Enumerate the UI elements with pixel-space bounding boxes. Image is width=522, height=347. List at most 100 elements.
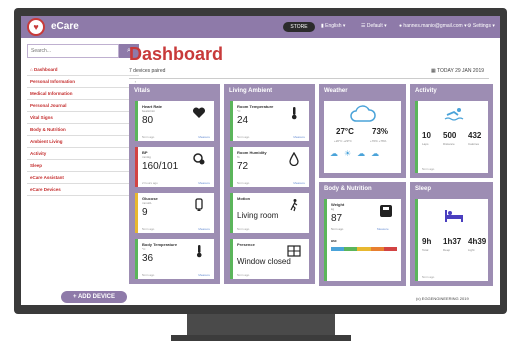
card-label: Motion (237, 196, 251, 201)
card-unit: mmHg (142, 155, 151, 159)
presence-card[interactable]: Presence Window closed 5min ago (230, 239, 309, 279)
card-timestamp: 5min ago (142, 135, 155, 139)
activity-card[interactable]: 10 500 432 Laps Distance Calories 5min a… (415, 101, 488, 173)
card-unit: kg (331, 207, 335, 211)
body-nutrition-panel: Body & Nutrition Weight kg 87 5min ago M… (319, 182, 406, 286)
sidebar-item-dashboard[interactable]: ⌂ Dashboard (27, 64, 139, 76)
vitals-title: Vitals (134, 88, 150, 94)
sidebar-item-personal-information[interactable]: Personal Information › (27, 76, 139, 88)
weather-temperature: 27°C (336, 127, 354, 136)
measure-link[interactable]: Measure (293, 181, 305, 185)
weather-card[interactable]: 27°C 73% +20°C +29°C +70% +76% ☁☀☁☁ (324, 101, 401, 173)
ambient-panel: Living Ambient Room Temperature °C 24 5m… (224, 84, 315, 284)
card-unit: % (237, 155, 240, 159)
monitor-stand (187, 314, 335, 336)
search-box: ⌕ (27, 44, 139, 58)
devices-paired: 7 devices paired (129, 68, 166, 74)
sleep-total-label: Total (422, 248, 429, 252)
sidebar-item-ambient-living[interactable]: Ambient Living› (27, 136, 139, 148)
page-title: Dashboard (129, 44, 224, 64)
measure-link[interactable]: Measure (198, 273, 210, 277)
distance-value: 500 (443, 131, 457, 140)
card-value: 87 (331, 213, 343, 224)
measure-link[interactable]: Measure (198, 227, 210, 231)
card-timestamp: 5min ago (237, 135, 250, 139)
measure-link[interactable]: Measure (377, 227, 389, 231)
weather-title: Weather (324, 88, 348, 94)
activity-panel: Activity 10 500 432 Laps Distance Calori… (410, 84, 493, 178)
card-label: Room Humidity (237, 150, 267, 155)
card-value: 24 (237, 115, 249, 126)
card-timestamp: 5min ago (142, 273, 155, 277)
sidebar-item-vital-signs[interactable]: Vital Signs› (27, 112, 139, 124)
store-toggle[interactable]: STORE (283, 22, 315, 32)
add-device-button[interactable]: + ADD DEVICE (61, 291, 127, 303)
card-timestamp: 5min ago (422, 167, 435, 171)
sleep-deep-label: Deep (443, 248, 451, 252)
copyright: (c) EGGENGINEERING 2019 (416, 296, 469, 301)
bp-card[interactable]: BP mmHg 160/101 2 hours ago Measure (135, 147, 214, 187)
card-timestamp: 5min ago (237, 227, 250, 231)
sleep-light: 4h39 (468, 237, 487, 246)
body-temperature-card[interactable]: Body Temperature °C 36 5min ago Measure (135, 239, 214, 279)
sidebar-item-activity[interactable]: Activity› (27, 148, 139, 160)
card-timestamp: 2 hours ago (142, 181, 158, 185)
glucose-meter-icon (195, 198, 203, 211)
card-timestamp: 5min ago (422, 275, 435, 279)
sidebar-item-ecare-devices[interactable]: eCare Devices› (27, 184, 139, 196)
sleep-card[interactable]: 9h 1h37 4h39 Total Deep Light 5min ago (415, 199, 488, 281)
laps-label: Laps (422, 142, 429, 146)
sleep-panel: Sleep 9h 1h37 4h39 Total Deep Light 5min… (410, 182, 493, 286)
room-humidity-card[interactable]: Room Humidity % 72 5min ago Measure (230, 147, 309, 187)
sidebar-item-body-nutrition[interactable]: Body & Nutrition› (27, 124, 139, 136)
card-label: Room Temperature (237, 104, 274, 109)
measure-link[interactable]: Measure (198, 181, 210, 185)
sidebar-item-ecare-assistant[interactable]: eCare Assistant› (27, 172, 139, 184)
weather-humidity: 73% (372, 127, 389, 136)
sleep-total: 9h (422, 237, 432, 246)
language-select[interactable]: ▮ English ▾ (321, 23, 345, 29)
card-value: 80 (142, 115, 154, 126)
cloud-icon (350, 105, 376, 122)
laps-value: 10 (422, 131, 431, 140)
screen: ♥ eCare STORE ▮ English ▾ ☰ Default ▾ ● … (21, 16, 500, 305)
settings-menu[interactable]: ⚙ Settings ▾ (467, 23, 495, 29)
humidity-range: +70% +76% (370, 139, 387, 143)
card-timestamp: 5min ago (237, 181, 250, 185)
forecast-icons: ☁☀☁☁ (330, 149, 386, 158)
droplet-icon (289, 152, 299, 166)
card-unit: °C (237, 109, 241, 113)
sleep-light-label: Light (468, 248, 475, 252)
thermometer-icon (196, 245, 202, 258)
sidebar-item-medical-information[interactable]: Medical Information› (27, 88, 139, 100)
sidebar-nav: ⌂ Dashboard Personal Information › Medica… (27, 64, 139, 196)
scale-icon (380, 205, 392, 217)
heart-rate-card[interactable]: Heart Rate beats/min 80 5min ago Measure (135, 101, 214, 141)
app-logo-icon[interactable]: ♥ (27, 18, 45, 36)
divider (129, 78, 489, 79)
card-timestamp: 5min ago (237, 273, 250, 277)
sidebar-item-personal-journal[interactable]: Personal Journal› (27, 100, 139, 112)
measure-link[interactable]: Measure (293, 135, 305, 139)
card-label: Presence (237, 242, 255, 247)
distance-label: Distance (443, 142, 455, 146)
measure-link[interactable]: Measure (198, 135, 210, 139)
room-temperature-card[interactable]: Room Temperature °C 24 5min ago Measure (230, 101, 309, 141)
temp-range: +20°C +29°C (334, 139, 352, 143)
card-unit: °C (142, 247, 146, 251)
bmi-scale (331, 247, 398, 251)
window-icon (287, 245, 301, 257)
sidebar-item-sleep[interactable]: Sleep› (27, 160, 139, 172)
bed-icon (445, 210, 463, 222)
swimmer-icon (444, 108, 464, 121)
walking-person-icon (290, 199, 298, 212)
top-bar: ♥ eCare STORE ▮ English ▾ ☰ Default ▾ ● … (21, 16, 500, 38)
motion-card[interactable]: Motion Living room 5min ago (230, 193, 309, 233)
weight-card[interactable]: Weight kg 87 5min ago Measure BMI (324, 199, 401, 281)
card-value: Window closed (237, 257, 291, 266)
profile-select[interactable]: ☰ Default ▾ (361, 23, 387, 29)
today-date: ▦ TODAY 29 JAN 2019 (431, 68, 485, 74)
search-input[interactable] (27, 44, 119, 58)
glucose-card[interactable]: Glucose mmol/L 9 5min ago Measure (135, 193, 214, 233)
user-menu[interactable]: ● hannes.manio@gmail.com ▾ (399, 23, 467, 29)
